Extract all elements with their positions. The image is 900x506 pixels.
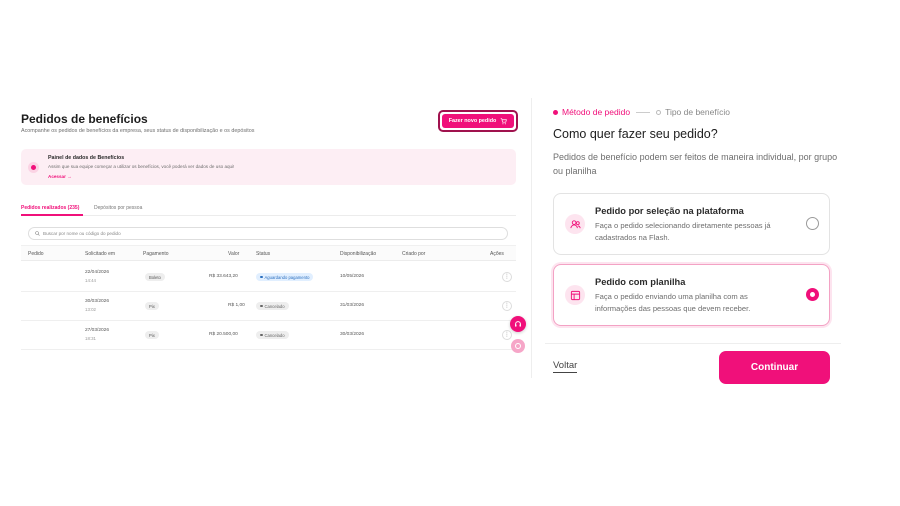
column-header[interactable]: Solicitado em — [85, 251, 115, 257]
step-benefit-type: Tipo de benefício — [665, 107, 730, 117]
more-vertical-icon[interactable]: ⋮ — [502, 330, 512, 340]
banner-text: Assim que sua equipe começar a utilizar … — [48, 164, 235, 169]
users-icon — [565, 214, 585, 234]
stepper: Método de pedido Tipo de benefício — [553, 107, 730, 117]
modal-description: Pedidos de benefício podem ser feitos de… — [553, 152, 838, 176]
option-description: Faça o pedido enviando uma planilha com … — [595, 292, 751, 313]
step-idle-dot — [656, 109, 662, 115]
tab-deposits[interactable]: Depósitos por pessoa — [94, 205, 142, 211]
continue-button[interactable]: Continuar — [719, 351, 830, 384]
requested-date: 30/03/2026 — [85, 299, 110, 304]
requested-time: 13:02 — [85, 307, 96, 312]
radio-spreadsheet[interactable] — [806, 288, 819, 301]
banner-title: Painel de dados de Benefícios — [48, 155, 125, 161]
new-order-label: Fazer novo pedido — [448, 118, 497, 124]
requested-time: 18:31 — [85, 336, 96, 341]
column-header[interactable]: Valor — [228, 251, 239, 257]
search-bar — [28, 227, 508, 240]
column-header[interactable]: Ações — [490, 251, 504, 257]
column-header[interactable]: Status — [256, 251, 270, 257]
table-header: Pedido Solicitado em Pagamento Valor Sta… — [21, 245, 516, 261]
option-title: Pedido por seleção na plataforma — [595, 206, 744, 216]
tabs-divider — [21, 215, 516, 216]
spreadsheet-icon — [565, 285, 585, 305]
new-order-button[interactable]: Fazer novo pedido — [438, 110, 518, 132]
status-badge: Cancelado — [256, 302, 289, 310]
search-input[interactable] — [43, 231, 443, 236]
active-tab-indicator — [21, 214, 83, 216]
banner-access-link[interactable]: Acessar → — [48, 174, 72, 179]
benefits-data-banner: Painel de dados de Benefícios Assim que … — [21, 149, 516, 185]
column-header[interactable]: Pagamento — [143, 251, 169, 257]
modal-title: Como quer fazer seu pedido? — [553, 127, 718, 141]
page-subtitle: Acompanhe os pedidos de benefícios da em… — [21, 128, 255, 134]
status-badge: Cancelado — [256, 331, 289, 339]
assistant-icon — [515, 343, 521, 349]
orders-panel: Pedidos de benefícios Acompanhe os pedid… — [12, 100, 530, 362]
page-title: Pedidos de benefícios — [21, 112, 148, 126]
option-description: Faça o pedido selecionando diretamente p… — [595, 221, 771, 242]
radio-platform-selection[interactable] — [806, 217, 819, 230]
more-vertical-icon[interactable]: ⋮ — [502, 272, 512, 282]
search-icon — [35, 231, 40, 236]
chat-support-button[interactable] — [510, 316, 526, 332]
step-order-method: Método de pedido — [562, 107, 631, 117]
more-vertical-icon[interactable]: ⋮ — [502, 301, 512, 311]
requested-date: 22/04/2026 — [85, 270, 110, 275]
headset-icon — [515, 321, 521, 327]
column-header[interactable]: Criado por — [402, 251, 425, 257]
tab-orders[interactable]: Pedidos realizados (235) — [21, 205, 79, 211]
column-header[interactable]: Pedido — [28, 251, 44, 257]
footer-divider — [545, 343, 841, 344]
order-value: R$ 20.500,00 — [209, 332, 238, 337]
table-row[interactable]: 27/03/2026 18:31 Pix R$ 20.500,00 Cancel… — [21, 321, 516, 350]
availability-date: 30/03/2026 — [340, 332, 365, 337]
availability-date: 31/03/2026 — [340, 303, 365, 308]
table-row[interactable]: 30/03/2026 13:02 Pix R$ 1,00 Cancelado 3… — [21, 292, 516, 321]
payment-chip: Pix — [145, 331, 159, 339]
back-button[interactable]: Voltar — [553, 360, 578, 373]
option-platform-selection[interactable]: Pedido por seleção na plataforma Faça o … — [553, 193, 830, 255]
availability-date: 10/05/2026 — [340, 274, 365, 279]
order-value: R$ 33.643,20 — [209, 274, 238, 279]
column-header[interactable]: Disponibilização — [340, 251, 376, 257]
assistant-button[interactable] — [511, 339, 525, 353]
order-value: R$ 1,00 — [228, 303, 245, 308]
status-badge: Aguardando pagamento — [256, 273, 314, 281]
table-row[interactable]: 22/04/2026 14:44 Boleto R$ 33.643,20 Agu… — [21, 263, 516, 292]
chart-icon — [28, 162, 39, 173]
cart-icon — [501, 117, 508, 124]
payment-chip: Boleto — [145, 273, 165, 281]
requested-time: 14:44 — [85, 278, 96, 283]
payment-chip: Pix — [145, 302, 159, 310]
option-spreadsheet[interactable]: Pedido com planilha Faça o pedido envian… — [553, 264, 830, 326]
requested-date: 27/03/2026 — [85, 328, 110, 333]
option-title: Pedido com planilha — [595, 277, 686, 287]
step-active-dot — [553, 109, 558, 115]
step-connector — [636, 111, 651, 113]
panel-divider — [531, 98, 532, 378]
